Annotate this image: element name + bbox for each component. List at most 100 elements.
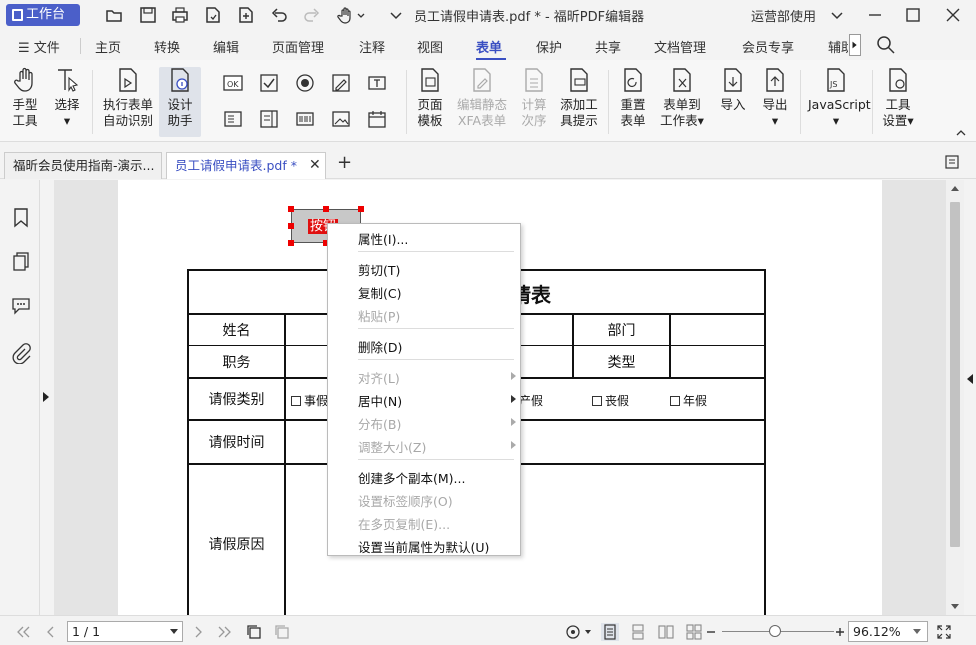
continuous-view-icon[interactable] [629,623,647,641]
menu-item-cut[interactable]: 剪切(T) [358,260,400,279]
hand-tool-quick-icon[interactable] [336,5,356,25]
collapse-ribbon-icon[interactable] [954,126,968,138]
checkbox-field-icon[interactable] [258,72,280,94]
javascript-button[interactable]: JS JavaScript ▾ [808,66,871,129]
signature-field-icon[interactable] [330,72,352,94]
minimize-icon[interactable] [864,4,886,26]
vertical-scrollbar[interactable] [946,180,964,615]
resize-handle[interactable] [288,223,294,229]
tab-form[interactable]: 表单 [476,37,502,56]
save-icon[interactable] [138,5,158,25]
zoom-in-icon[interactable] [834,623,846,641]
scroll-down-icon[interactable] [951,604,959,609]
reset-form-button[interactable]: 重置 表单 [616,66,650,129]
page-template-button[interactable]: 页面 模板 [412,66,448,129]
panel-toggle-icon[interactable] [944,154,960,170]
thumbnails-icon[interactable] [10,250,32,272]
menu-item-align[interactable]: 对齐(L) [358,368,400,387]
checkbox-annual-leave[interactable]: 年假 [670,392,707,409]
last-page-icon[interactable] [216,623,234,641]
form-to-sheet-button[interactable]: 表单到 工作表▾ [657,66,707,129]
two-page-continuous-icon[interactable] [685,623,703,641]
tab-convert[interactable]: 转换 [154,37,180,56]
scroll-up-icon[interactable] [951,186,959,191]
design-assistant-button[interactable]: 设计 助手 [160,66,200,129]
comments-icon[interactable] [10,294,32,316]
menu-item-resize[interactable]: 调整大小(Z) [358,437,426,456]
text-field-icon[interactable] [366,72,388,94]
hand-tool-button[interactable]: 手型 工具 [8,66,42,129]
close-window-icon[interactable] [942,4,964,26]
checkbox-funeral-leave[interactable]: 丧假 [592,392,629,409]
next-page-icon[interactable] [189,623,207,641]
barcode-field-icon[interactable] [294,108,316,130]
tab-view[interactable]: 视图 [417,37,443,56]
single-page-view-icon[interactable] [601,623,619,641]
menu-item-properties[interactable]: 属性(I)... [358,229,408,248]
close-tab-icon[interactable]: ✕ [309,153,321,178]
resize-handle[interactable] [288,206,294,212]
undo-icon[interactable] [269,5,289,25]
resize-handle[interactable] [358,206,364,212]
redo-icon[interactable] [302,5,322,25]
menu-item-tab-order[interactable]: 设置标签顺序(O) [358,491,453,510]
print-icon[interactable] [170,5,190,25]
new-from-file-icon[interactable] [203,5,223,25]
tab-member[interactable]: 会员专享 [742,37,794,56]
workbench-button[interactable]: 工作台 [6,4,80,26]
view-mode-icon[interactable] [564,623,582,641]
tab-page-manage[interactable]: 页面管理 [272,37,324,56]
more-tabs-button[interactable] [849,34,861,56]
open-folder-icon[interactable] [104,5,124,25]
doc-tab-member-guide[interactable]: 福昕会员使用指南-演示... [4,152,162,179]
edit-static-xfa-button[interactable]: 编辑静态 XFA表单 [455,66,509,129]
zoom-slider-thumb[interactable] [769,625,781,637]
attachment-icon[interactable] [10,342,32,365]
checkbox-personal-leave[interactable]: 事假 [291,392,328,409]
calc-order-button[interactable]: 计算 次序 [517,66,551,129]
extract-page-icon[interactable] [273,623,291,641]
customize-quick-access-icon[interactable] [388,7,404,23]
tab-edit[interactable]: 编辑 [213,37,239,56]
auto-detect-form-button[interactable]: 执行表单 自动识别 [100,66,156,129]
tab-doc-manage[interactable]: 文档管理 [654,37,706,56]
file-menu[interactable]: ☰ 文件 [18,37,60,56]
menu-item-copy-across-pages[interactable]: 在多页复制(E)... [358,514,450,533]
expand-right-panel-icon[interactable] [967,374,973,384]
two-page-view-icon[interactable] [657,623,675,641]
tab-home[interactable]: 主页 [95,37,121,56]
tab-comment[interactable]: 注释 [359,37,385,56]
dept-chevron-down-icon[interactable] [827,5,847,25]
scroll-thumb[interactable] [950,202,960,547]
expand-sidebar-icon[interactable] [43,392,49,402]
date-field-icon[interactable] [366,108,388,130]
export-button[interactable]: 导出 ▾ [758,66,792,129]
image-field-icon[interactable] [330,108,352,130]
doc-tab-leave-form[interactable]: 员工请假申请表.pdf * ✕ [166,152,326,179]
zoom-dropdown-icon[interactable] [913,629,921,634]
menu-item-create-copies[interactable]: 创建多个副本(M)... [358,468,465,487]
checkbox-maternity-leave[interactable]: 产假 [519,392,543,409]
fullscreen-icon[interactable] [935,623,953,641]
menu-item-copy[interactable]: 复制(C) [358,283,401,302]
zoom-out-icon[interactable] [705,623,717,641]
menu-item-center[interactable]: 居中(N) [358,391,402,410]
resize-handle[interactable] [323,206,329,212]
department-dropdown[interactable]: 运营部使用 [751,6,816,25]
new-tab-icon[interactable]: + [337,152,352,173]
list-box-field-icon[interactable] [258,108,280,130]
import-button[interactable]: 导入 [716,66,750,113]
search-icon[interactable] [876,35,896,59]
page-dropdown-icon[interactable] [170,629,178,634]
menu-item-set-default[interactable]: 设置当前属性为默认(U) [358,537,489,556]
menu-item-distribute[interactable]: 分布(B) [358,414,401,433]
resize-handle[interactable] [288,240,294,246]
view-mode-dropdown-icon[interactable] [583,623,593,641]
menu-item-paste[interactable]: 粘贴(P) [358,306,400,325]
new-document-icon[interactable] [236,5,256,25]
copy-page-icon[interactable] [245,623,263,641]
radio-button-field-icon[interactable] [294,72,316,94]
tab-share[interactable]: 共享 [595,37,621,56]
tab-assist[interactable]: 辅助 [828,37,848,56]
add-tooltip-button[interactable]: 添加工 具提示 [558,66,600,129]
